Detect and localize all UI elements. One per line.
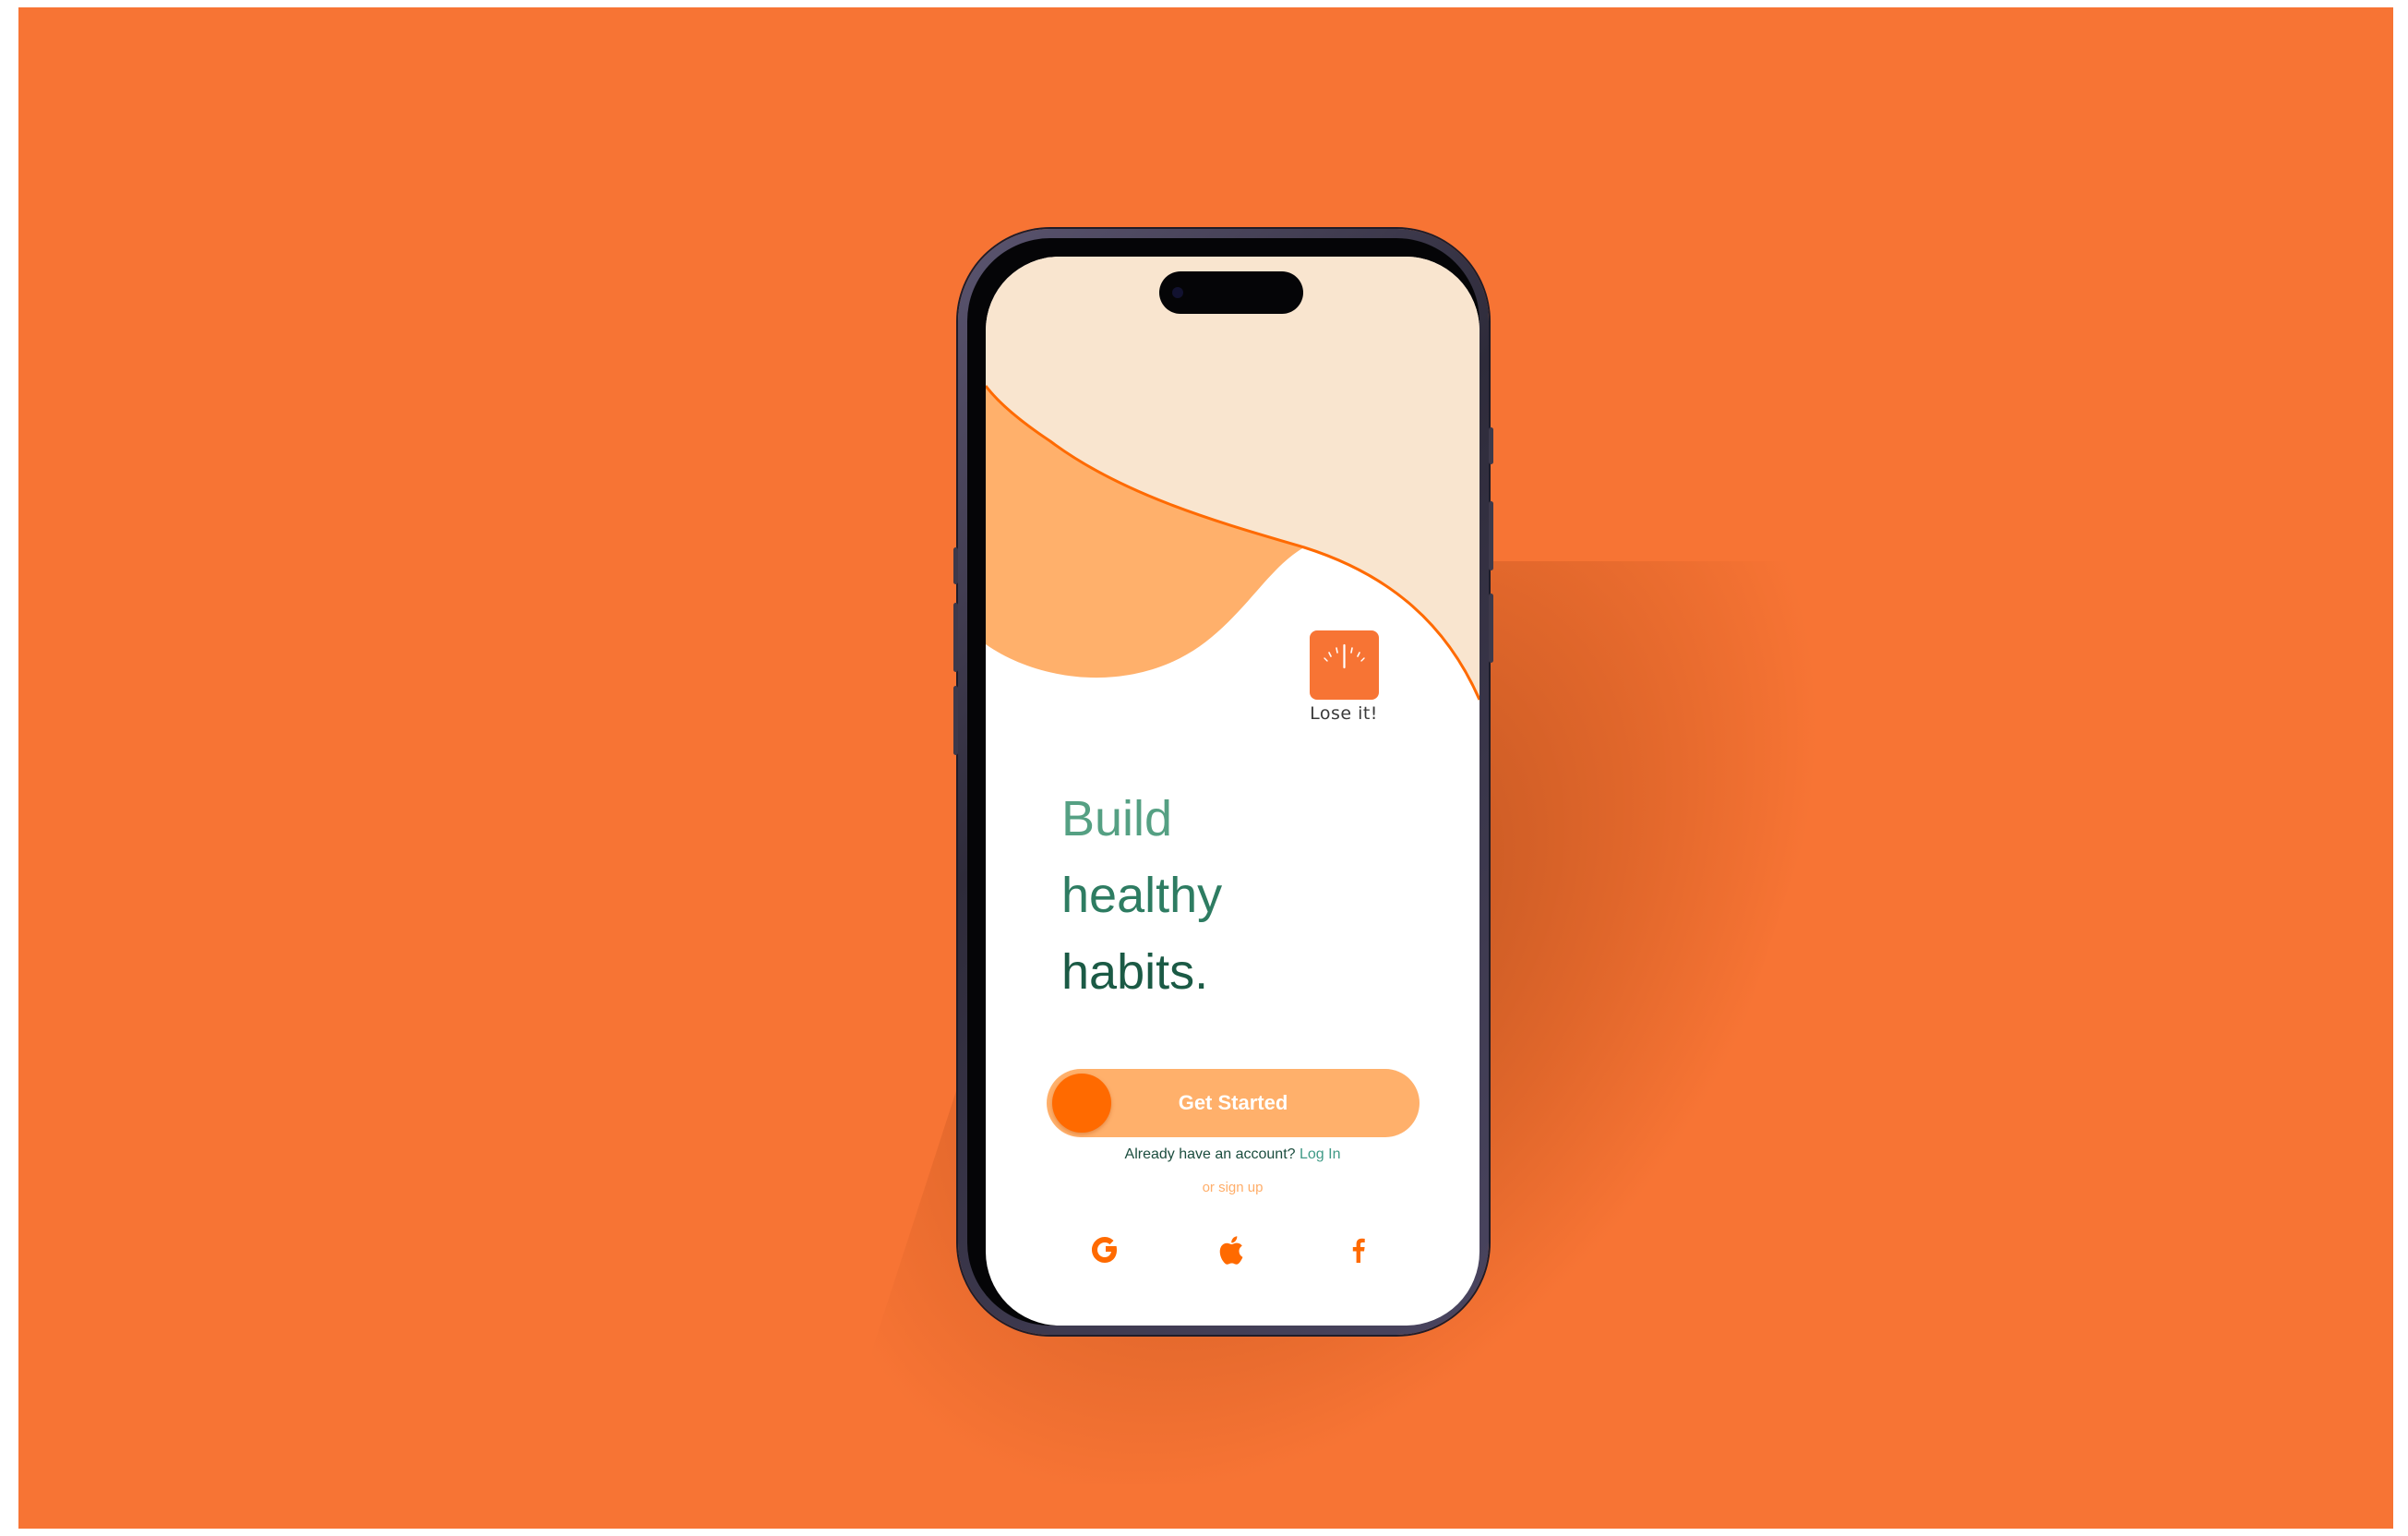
app-screen: Lose it! Build healthy habits. Get Start…: [986, 257, 1480, 1326]
headline-line-1: Build: [1061, 791, 1173, 846]
app-logo: Lose it!: [1288, 630, 1399, 724]
volume-up-button: [953, 603, 958, 672]
volume-down-button: [953, 686, 958, 755]
slider-knob[interactable]: [1052, 1074, 1111, 1133]
login-prompt: Already have an account? Log In: [986, 1146, 1480, 1163]
apple-icon[interactable]: [1210, 1228, 1254, 1272]
action-button: [953, 547, 958, 584]
sign-up-link[interactable]: or sign up: [986, 1180, 1480, 1195]
phone-frame: Lose it! Build healthy habits. Get Start…: [953, 229, 1493, 1335]
side-button: [1489, 501, 1493, 570]
account-prompt-text: Already have an account?: [1124, 1146, 1296, 1162]
side-button-lower: [1489, 594, 1493, 663]
headline: Build healthy habits.: [1061, 781, 1222, 1011]
front-camera: [1172, 287, 1183, 298]
app-name-label: Lose it!: [1310, 703, 1378, 724]
facebook-icon[interactable]: [1336, 1228, 1381, 1272]
get-started-slider-button[interactable]: Get Started: [1047, 1069, 1420, 1137]
headline-line-2: healthy: [1061, 868, 1223, 923]
headline-line-3: habits.: [1061, 944, 1209, 1000]
header-wave-graphic: [986, 257, 1480, 701]
phone-bezel: Lose it! Build healthy habits. Get Start…: [967, 238, 1480, 1326]
background-canvas: Lose it! Build healthy habits. Get Start…: [18, 7, 2393, 1529]
dynamic-island: [1159, 271, 1303, 314]
google-icon[interactable]: [1084, 1228, 1128, 1272]
login-link[interactable]: Log In: [1300, 1146, 1340, 1162]
power-button: [1489, 427, 1493, 464]
scale-icon: [1309, 630, 1379, 700]
